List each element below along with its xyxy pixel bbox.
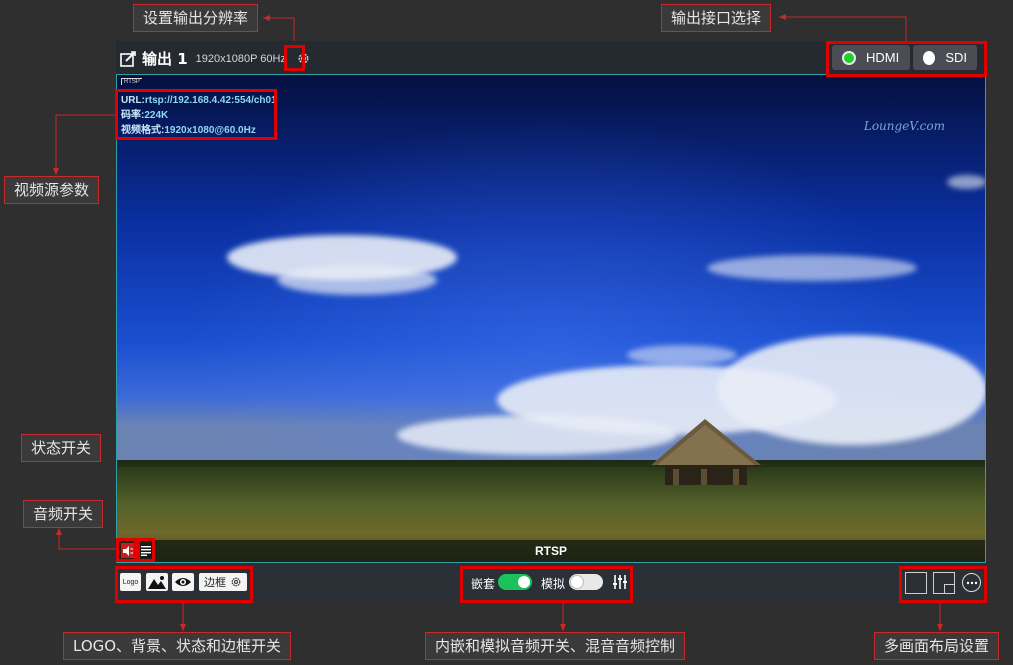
format-label: 视频格式: bbox=[121, 125, 165, 136]
analog-audio-label: 模拟 bbox=[541, 577, 566, 591]
embedded-audio-switch[interactable] bbox=[498, 574, 532, 590]
protocol-tag: RTSP bbox=[121, 78, 142, 85]
output-title: 输出 1 bbox=[142, 50, 188, 68]
sdi-radio-icon bbox=[923, 50, 936, 65]
border-gear-icon[interactable] bbox=[230, 576, 242, 588]
image-icon bbox=[148, 576, 166, 589]
border-label: 边框 bbox=[204, 577, 226, 589]
callout-output-port: 输出接口选择 bbox=[661, 4, 772, 32]
output-title-group: 输出 1 1920x1080P 60Hz bbox=[120, 48, 311, 69]
output-resolution: 1920x1080P 60Hz bbox=[195, 52, 286, 65]
format-value: 1920x1080@60.0Hz bbox=[164, 125, 256, 136]
background-toggle-button[interactable] bbox=[146, 573, 168, 591]
output-panel-header: 输出 1 1920x1080P 60Hz HDMI SDI bbox=[116, 41, 986, 74]
pip-inset bbox=[944, 584, 954, 593]
status-display-toggle-button[interactable] bbox=[172, 573, 194, 591]
logo-toggle-button[interactable]: Logo bbox=[120, 573, 141, 591]
callout-video-source-params: 视频源参数 bbox=[4, 176, 100, 204]
cloud bbox=[707, 255, 917, 281]
mixer-icon[interactable] bbox=[612, 573, 628, 591]
port-hdmi-button[interactable]: HDMI bbox=[832, 45, 910, 70]
source-params: URL:rtsp://192.168.4.42:554/ch01 码率:224K… bbox=[121, 93, 277, 138]
callout-set-resolution: 设置输出分辨率 bbox=[133, 4, 259, 32]
hut-shape bbox=[651, 419, 761, 485]
source-label: RTSP bbox=[534, 544, 567, 558]
ellipsis-icon bbox=[966, 581, 977, 584]
bitrate-value: 224K bbox=[144, 110, 169, 121]
port-sdi-button[interactable]: SDI bbox=[913, 45, 977, 70]
embedded-audio-label: 嵌套 bbox=[471, 577, 496, 591]
eye-icon bbox=[175, 578, 191, 586]
cloud bbox=[947, 175, 985, 189]
hdmi-radio-icon bbox=[842, 50, 856, 65]
more-layouts-icon[interactable] bbox=[962, 573, 981, 592]
list-icon bbox=[141, 546, 151, 556]
callout-audio-switch: 音频开关 bbox=[23, 500, 104, 528]
edit-icon[interactable] bbox=[120, 50, 136, 67]
cloud bbox=[277, 265, 437, 295]
speaker-icon bbox=[123, 545, 133, 556]
video-preview[interactable]: RTSP URL:rtsp://192.168.4.42:554/ch01 码率… bbox=[116, 74, 986, 563]
callout-logo-bg-switch: LOGO、背景、状态和边框开关 bbox=[63, 632, 292, 660]
watermark: LoungeV.com bbox=[863, 119, 945, 133]
status-toggle-button[interactable] bbox=[139, 543, 153, 558]
layout-pip-button[interactable] bbox=[933, 572, 955, 594]
port-sdi-label: SDI bbox=[945, 50, 967, 65]
callout-audio-mix-control: 内嵌和模拟音频开关、混音音频控制 bbox=[425, 632, 686, 660]
audio-toggle-button[interactable] bbox=[121, 543, 135, 558]
port-hdmi-label: HDMI bbox=[866, 50, 900, 65]
output-panel-footer: Logo 边框 嵌套 模拟 bbox=[116, 563, 986, 601]
cloud bbox=[627, 345, 737, 365]
url-value: rtsp://192.168.4.42:554/ch01 bbox=[144, 95, 277, 106]
cloud bbox=[397, 415, 677, 455]
analog-audio-switch[interactable] bbox=[569, 574, 603, 590]
url-label: URL: bbox=[121, 95, 145, 106]
callout-status-switch: 状态开关 bbox=[21, 434, 102, 462]
layout-single-button[interactable] bbox=[905, 572, 927, 594]
callout-layout-settings: 多画面布局设置 bbox=[874, 632, 1000, 660]
border-toggle-button[interactable]: 边框 bbox=[199, 573, 247, 591]
bitrate-label: 码率: bbox=[121, 110, 145, 121]
resolution-gear-icon[interactable] bbox=[296, 51, 311, 66]
